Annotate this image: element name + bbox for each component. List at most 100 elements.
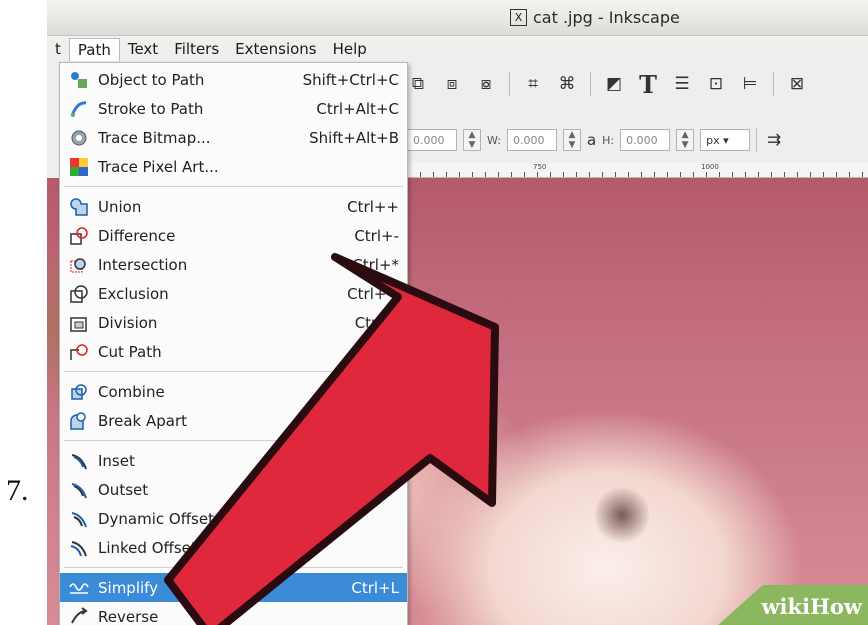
x-app-icon: X — [510, 9, 527, 26]
toolbar-separator — [509, 72, 510, 96]
align-icon[interactable]: ⊨ — [739, 73, 761, 95]
menu-item-shortcut: Ctrl+* — [352, 255, 399, 274]
w-label: W: — [487, 133, 501, 147]
menu-item-simplify[interactable]: Simplify Ctrl+L — [60, 573, 407, 602]
menu-item-label: Cut Path — [98, 342, 162, 361]
menu-item-exclusion[interactable]: Exclusion Ctrl+^ — [60, 279, 407, 308]
x-spinner-icon[interactable]: ▲ ▼ — [463, 129, 481, 151]
outset-icon — [66, 480, 92, 500]
menu-separator — [64, 567, 403, 568]
menu-item-shortcut: Ctrl+^ — [347, 284, 399, 303]
layers-icon[interactable]: ☰ — [671, 73, 693, 95]
menu-item-division[interactable]: Division Ctrl+/ — [60, 308, 407, 337]
unit-select[interactable]: px ▾ — [700, 129, 751, 151]
inkscape-window: X cat .jpg - Inkscape t Path Text Filter… — [47, 0, 868, 625]
simplify-icon — [66, 578, 92, 598]
union-icon — [66, 197, 92, 217]
cut-path-icon — [66, 342, 92, 362]
dynamic-offset-icon — [66, 509, 92, 529]
menu-item-label: Outset — [98, 480, 149, 499]
combine-icon — [66, 382, 92, 402]
menu-item-trace-bitmap[interactable]: Trace Bitmap... Shift+Alt+B — [60, 123, 407, 152]
horizontal-ruler[interactable]: 750 1000 — [407, 163, 868, 178]
menu-item-outset[interactable]: Outset — [60, 475, 407, 504]
ruler-label: 750 — [533, 163, 547, 171]
h-spinner-icon[interactable]: ▲ ▼ — [676, 129, 695, 151]
toolbar-separator — [773, 72, 774, 96]
menu-separator — [64, 371, 403, 372]
menu-item-break-apart[interactable]: Break Apart — [60, 406, 407, 435]
stroke-to-path-icon — [66, 99, 92, 119]
menu-bar: t Path Text Filters Extensions Help — [47, 36, 868, 62]
menu-item-difference[interactable]: Difference Ctrl+- — [60, 221, 407, 250]
menu-item-intersection[interactable]: Intersection Ctrl+* — [60, 250, 407, 279]
menu-object-partial[interactable]: t — [47, 40, 69, 58]
menu-item-label: Linked Offset — [98, 538, 197, 557]
menu-item-label: Division — [98, 313, 158, 332]
menu-item-cut-path[interactable]: Cut Path Alt+/ — [60, 337, 407, 366]
group-icon[interactable]: ⧉ — [407, 73, 429, 95]
menu-item-dynamic-offset[interactable]: Dynamic Offset — [60, 504, 407, 533]
fill-stroke-icon[interactable]: ◩ — [603, 73, 625, 95]
menu-item-label: Trace Bitmap... — [98, 128, 211, 147]
menu-item-label: Exclusion — [98, 284, 169, 303]
title-bar: X cat .jpg - Inkscape — [47, 0, 868, 36]
raise-icon[interactable]: ⧈ — [441, 73, 463, 95]
menu-separator — [64, 440, 403, 441]
wikihow-watermark: wikiHow — [761, 594, 862, 619]
menu-separator — [64, 186, 403, 187]
menu-item-label: Difference — [98, 226, 176, 245]
menu-item-trace-pixel-art[interactable]: Trace Pixel Art... — [60, 152, 407, 181]
h-label: H: — [602, 133, 615, 147]
menu-item-shortcut: Shift+Alt+B — [309, 128, 399, 147]
menu-item-shortcut: Alt+/ — [361, 342, 399, 361]
preferences-icon[interactable]: ⊠ — [786, 73, 808, 95]
menu-item-label: Break Apart — [98, 411, 188, 430]
inset-icon — [66, 451, 92, 471]
menu-item-reverse[interactable]: Reverse — [60, 602, 407, 625]
x-field[interactable]: 0.000 — [407, 129, 457, 151]
toolbar-separator — [590, 72, 591, 96]
transform-icon[interactable]: ⌘ — [556, 73, 578, 95]
ruler-ticks — [407, 172, 868, 177]
path-menu-dropdown: Object to Path Shift+Ctrl+C Stroke to Pa… — [59, 62, 408, 625]
toolbar-separator — [756, 128, 758, 152]
menu-filters[interactable]: Filters — [166, 40, 227, 58]
intersection-icon — [66, 255, 92, 275]
menu-item-linked-offset[interactable]: Linked Offset — [60, 533, 407, 562]
ruler-label: 1000 — [701, 163, 719, 171]
trace-bitmap-icon — [66, 128, 92, 148]
menu-item-stroke-to-path[interactable]: Stroke to Path Ctrl+Alt+C — [60, 94, 407, 123]
menu-item-label: Object to Path — [98, 70, 205, 89]
menu-item-combine[interactable]: Combine — [60, 377, 407, 406]
linked-offset-icon — [66, 538, 92, 558]
window-title: cat .jpg - Inkscape — [533, 8, 680, 27]
menu-item-inset[interactable]: Inset — [60, 446, 407, 475]
menu-item-label: Simplify — [98, 578, 159, 597]
w-field[interactable]: 0.000 — [506, 129, 557, 151]
h-field[interactable]: 0.000 — [620, 129, 671, 151]
menu-extensions[interactable]: Extensions — [227, 40, 324, 58]
menu-text[interactable]: Text — [120, 40, 166, 58]
text-tool-icon[interactable]: T — [637, 70, 659, 99]
menu-item-object-to-path[interactable]: Object to Path Shift+Ctrl+C — [60, 65, 407, 94]
menu-item-label: Dynamic Offset — [98, 509, 214, 528]
menu-item-label: Union — [98, 197, 142, 216]
menu-item-shortcut: Shift+Ctrl+C — [302, 70, 399, 89]
menu-help[interactable]: Help — [325, 40, 375, 58]
trace-pixel-art-icon — [66, 157, 92, 177]
menu-item-label: Stroke to Path — [98, 99, 204, 118]
menu-item-shortcut: Ctrl+L — [351, 578, 399, 597]
w-spinner-icon[interactable]: ▲ ▼ — [562, 129, 581, 151]
scale-stroke-icon[interactable]: ⇉ — [763, 129, 785, 151]
menu-item-label: Reverse — [98, 607, 159, 625]
menu-item-shortcut: Ctrl++ — [347, 197, 399, 216]
node-editor-icon[interactable]: ⌗ — [522, 73, 544, 95]
commands-toolbar: ⧉ ⧈ ⧇ ⌗ ⌘ ◩ T ☰ ⊡ ⊨ ⊠ — [407, 70, 808, 99]
menu-path[interactable]: Path — [68, 37, 120, 61]
cat-fur-spot — [595, 484, 649, 546]
menu-item-union[interactable]: Union Ctrl++ — [60, 192, 407, 221]
xml-editor-icon[interactable]: ⊡ — [705, 73, 727, 95]
lock-ratio-icon[interactable]: a — [587, 131, 596, 149]
lower-icon[interactable]: ⧇ — [475, 73, 497, 95]
